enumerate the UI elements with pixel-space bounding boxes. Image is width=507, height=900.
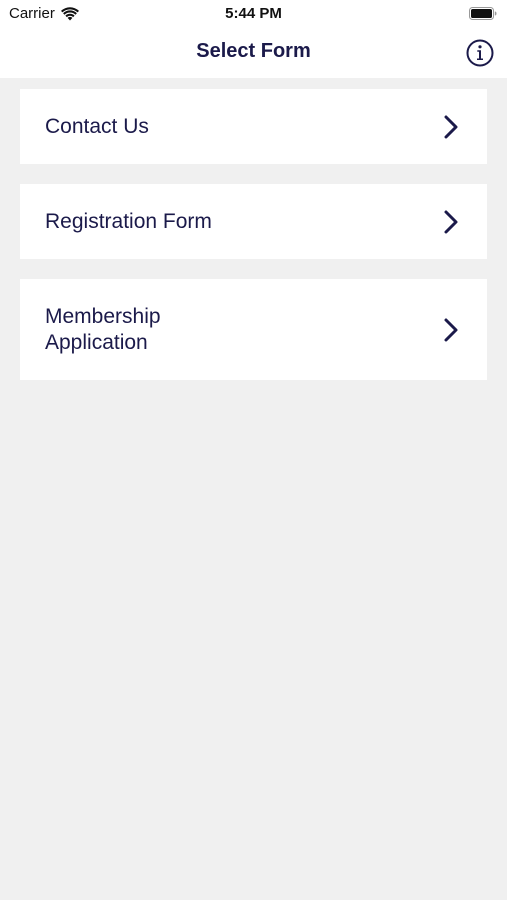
form-item-contact-us[interactable]: Contact Us (20, 89, 487, 164)
form-item-registration-form[interactable]: Registration Form (20, 184, 487, 259)
page-title: Select Form (196, 40, 311, 62)
navigation-bar: Select Form (0, 28, 507, 78)
chevron-right-icon (444, 115, 458, 138)
form-item-label: Membership Application (45, 304, 161, 354)
status-time: 5:44 PM (225, 5, 282, 22)
status-bar: Carrier 5:44 PM (0, 0, 507, 28)
form-item-label: Registration Form (45, 209, 212, 233)
chevron-right-icon (444, 210, 458, 233)
battery-icon (469, 7, 497, 20)
form-item-label: Contact Us (45, 114, 149, 138)
chevron-right-icon (444, 318, 458, 341)
form-item-membership-application[interactable]: Membership Application (20, 279, 487, 380)
info-icon[interactable] (465, 38, 495, 68)
form-list: Contact Us Registration Form Membership … (20, 89, 487, 400)
